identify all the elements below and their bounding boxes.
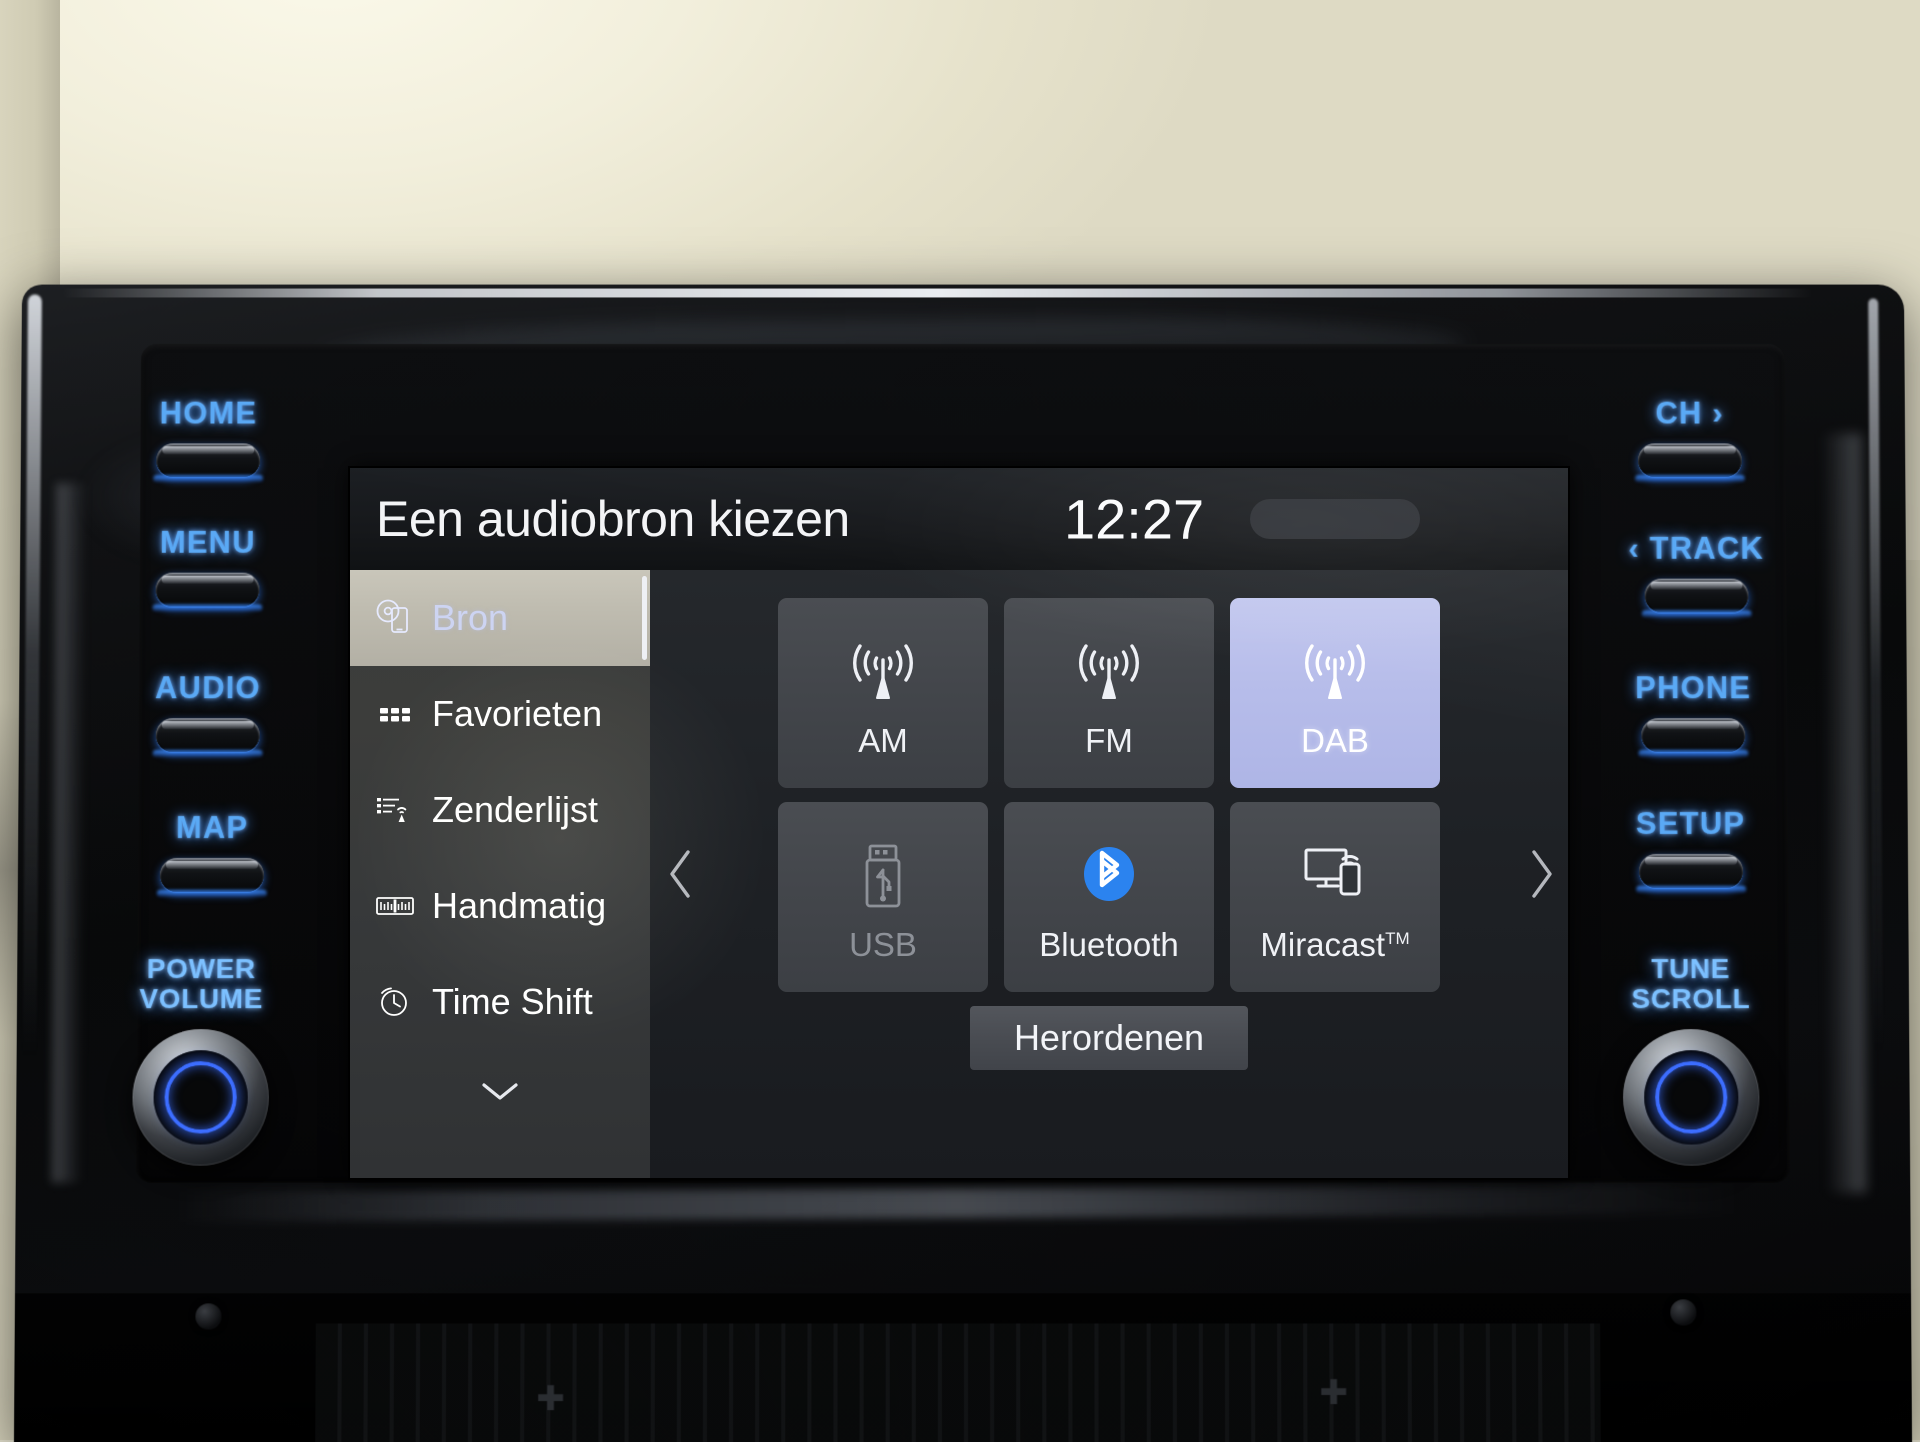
hw-button-audio[interactable]: AUDIO — [155, 670, 261, 752]
sidebar-item-zenderlijst[interactable]: Zenderlijst — [350, 762, 650, 858]
bluetooth-icon — [1066, 834, 1152, 920]
bezel-left-highlight — [22, 294, 42, 1192]
hw-button-home-label: HOME — [160, 396, 258, 432]
reorder-button[interactable]: Herordenen — [970, 1006, 1248, 1070]
source-tile-dab-label: DAB — [1301, 724, 1369, 757]
source-tile-bluetooth-label: Bluetooth — [1039, 928, 1178, 961]
radio-antenna-icon — [1292, 630, 1378, 716]
clock-icon — [372, 979, 418, 1025]
hw-button-home-key[interactable] — [156, 443, 260, 477]
source-tile-usb[interactable]: USB — [778, 802, 988, 992]
hw-button-phone-label: PHONE — [1635, 670, 1751, 706]
bezel-right-highlight — [1868, 298, 1884, 1156]
status-indicator-area — [1250, 499, 1420, 539]
hw-button-channel-up-key[interactable] — [1638, 443, 1742, 477]
source-tile-grid: AM — [778, 598, 1440, 992]
hw-button-audio-label: AUDIO — [155, 670, 261, 706]
sidebar-item-favorieten[interactable]: Favorieten — [350, 666, 650, 762]
chevron-right-icon[interactable] — [1524, 846, 1558, 902]
bezel-side-shine-left — [52, 483, 87, 1183]
power-volume-knob-ring — [164, 1062, 237, 1134]
tune-scroll-knob-ring — [1655, 1062, 1728, 1134]
trim-screw-right — [1670, 1299, 1696, 1325]
trim-screw-left — [195, 1303, 221, 1329]
chevron-left-icon[interactable] — [664, 846, 698, 902]
sidebar-item-time-shift-label: Time Shift — [432, 981, 593, 1023]
sidebar-item-favorieten-label: Favorieten — [432, 693, 602, 735]
tune-scroll-knob-line1: TUNE — [1651, 953, 1730, 984]
hw-button-phone-key[interactable] — [1641, 718, 1745, 752]
tuning-scale-icon — [372, 883, 418, 929]
chevron-down-icon — [478, 1078, 522, 1104]
lower-vent-grille — [315, 1323, 1601, 1442]
hw-button-setup-key[interactable] — [1639, 854, 1743, 888]
hw-button-track-prev-label: ‹ TRACK — [1628, 531, 1764, 567]
sidebar-item-zenderlijst-label: Zenderlijst — [432, 789, 598, 831]
sidebar-item-bron-label: Bron — [432, 597, 508, 639]
reorder-button-label: Herordenen — [1014, 1017, 1204, 1059]
power-volume-knob-line1: POWER — [147, 953, 256, 984]
sidebar-scroll-down-button[interactable] — [350, 1056, 650, 1126]
hw-button-map-label: MAP — [176, 810, 249, 846]
power-volume-knob[interactable]: POWER VOLUME — [132, 954, 269, 1166]
bezel-top-highlight — [62, 289, 1815, 298]
radio-antenna-icon — [1066, 630, 1152, 716]
power-volume-knob-dial[interactable] — [132, 1030, 269, 1166]
hw-button-menu-label: MENU — [160, 525, 256, 561]
screen-header: Een audiobron kiezen 12:27 — [350, 468, 1568, 570]
tune-scroll-knob[interactable]: TUNE SCROLL — [1622, 954, 1759, 1166]
source-tile-fm-label: FM — [1085, 724, 1133, 757]
source-tile-bluetooth[interactable]: Bluetooth — [1004, 802, 1214, 992]
source-tile-fm[interactable]: FM — [1004, 598, 1214, 788]
tune-scroll-knob-dial[interactable] — [1623, 1030, 1760, 1166]
power-volume-knob-line2: VOLUME — [139, 983, 263, 1014]
power-volume-knob-face — [153, 1051, 248, 1145]
page-title: Een audiobron kiezen — [376, 490, 850, 548]
hw-button-menu[interactable]: MENU — [156, 525, 260, 607]
vent-adjuster-left: ✚ — [536, 1382, 565, 1416]
sidebar-item-handmatig-label: Handmatig — [432, 885, 606, 927]
hw-button-map[interactable]: MAP — [160, 810, 264, 892]
touchscreen-display[interactable]: Een audiobron kiezen 12:27 Bron — [350, 468, 1568, 1178]
bezel-bottom-highlight — [176, 1184, 1740, 1222]
clock: 12:27 — [1064, 487, 1204, 552]
tune-scroll-knob-line2: SCROLL — [1631, 983, 1750, 1014]
usb-stick-icon — [840, 834, 926, 920]
source-tile-am-label: AM — [858, 724, 908, 757]
source-tile-am[interactable]: AM — [778, 598, 988, 788]
source-tile-miracast-label: MiracastTM — [1260, 928, 1409, 961]
disc-phone-icon — [372, 595, 418, 641]
sidebar-item-bron[interactable]: Bron — [350, 570, 650, 666]
station-list-icon — [372, 787, 418, 833]
hw-button-channel-up[interactable]: CH › — [1638, 396, 1742, 477]
radio-antenna-icon — [840, 630, 926, 716]
sidebar-scrollbar[interactable] — [642, 576, 647, 660]
hw-button-setup-label: SETUP — [1636, 806, 1746, 842]
bezel-side-shine-right — [1821, 433, 1866, 1192]
hw-button-audio-key[interactable] — [156, 718, 260, 752]
hw-button-track-prev[interactable]: ‹ TRACK — [1628, 531, 1764, 613]
power-volume-knob-label: POWER VOLUME — [139, 954, 263, 1013]
sidebar-item-time-shift[interactable]: Time Shift — [350, 954, 650, 1050]
tune-scroll-knob-label: TUNE SCROLL — [1631, 954, 1750, 1013]
source-tile-miracast[interactable]: MiracastTM — [1230, 802, 1440, 992]
hw-button-menu-key[interactable] — [156, 573, 260, 607]
sidebar-item-handmatig[interactable]: Handmatig — [350, 858, 650, 954]
hw-button-channel-up-label: CH › — [1655, 396, 1723, 432]
hw-button-map-key[interactable] — [160, 858, 264, 892]
vent-adjuster-right: ✚ — [1319, 1376, 1348, 1410]
tune-scroll-knob-face — [1644, 1051, 1739, 1145]
source-selection-panel: AM — [650, 570, 1568, 1178]
screen-cast-icon — [1292, 834, 1378, 920]
hw-button-track-prev-key[interactable] — [1644, 579, 1748, 613]
hw-button-phone[interactable]: PHONE — [1635, 670, 1752, 752]
hw-button-setup[interactable]: SETUP — [1636, 806, 1746, 888]
hw-button-home[interactable]: HOME — [156, 396, 260, 477]
sidebar-menu[interactable]: Bron — [350, 570, 650, 1178]
grid-dots-icon — [372, 691, 418, 737]
source-tile-usb-label: USB — [849, 928, 917, 961]
source-tile-dab[interactable]: DAB — [1230, 598, 1440, 788]
